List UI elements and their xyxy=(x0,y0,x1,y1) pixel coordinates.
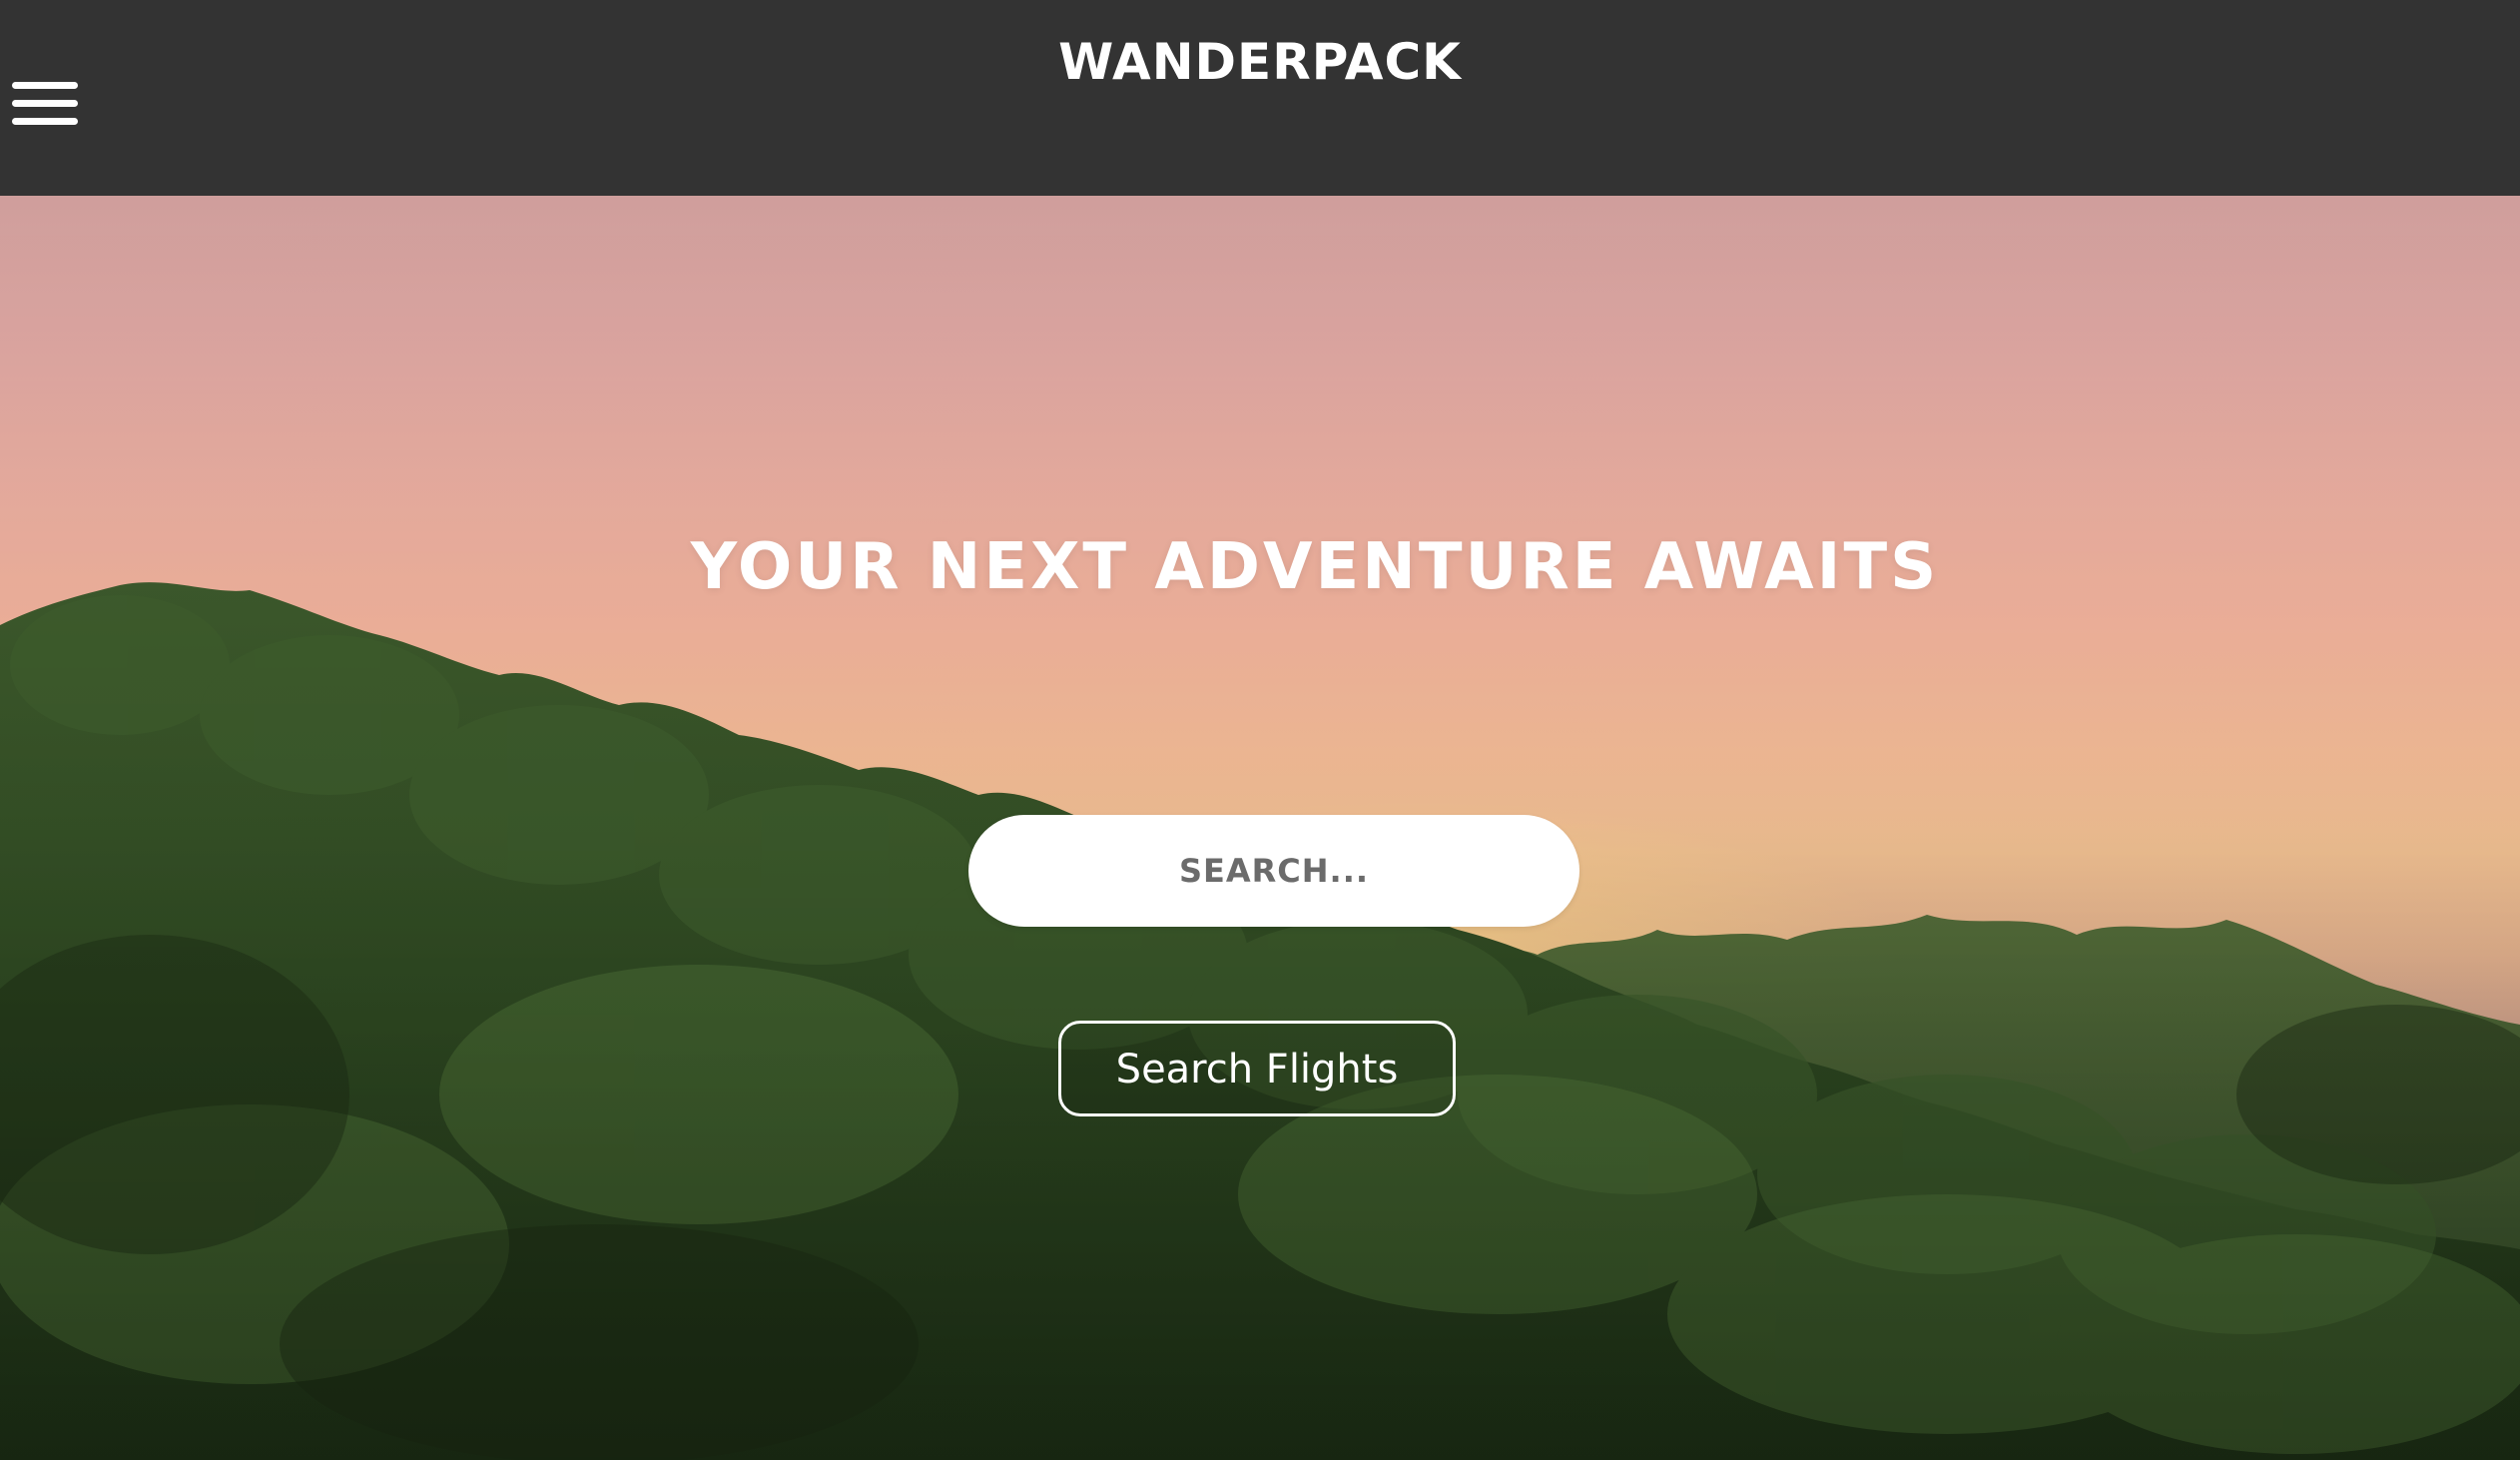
menu-line xyxy=(12,118,78,125)
search-field-container xyxy=(968,815,1579,927)
page: WANDERPACK YOUR NEXT ADVENTURE AWAITS SE… xyxy=(0,0,2520,1460)
hero-headline: YOUR NEXT ADVENTURE AWAITS xyxy=(690,530,1940,604)
menu-line xyxy=(12,100,78,107)
top-navigation-bar: WANDERPACK xyxy=(0,0,2520,196)
brand-logo[interactable]: WANDERPACK xyxy=(0,30,2520,94)
search-flights-button[interactable]: Search Flights xyxy=(1058,1021,1456,1116)
search-input[interactable] xyxy=(968,815,1579,927)
